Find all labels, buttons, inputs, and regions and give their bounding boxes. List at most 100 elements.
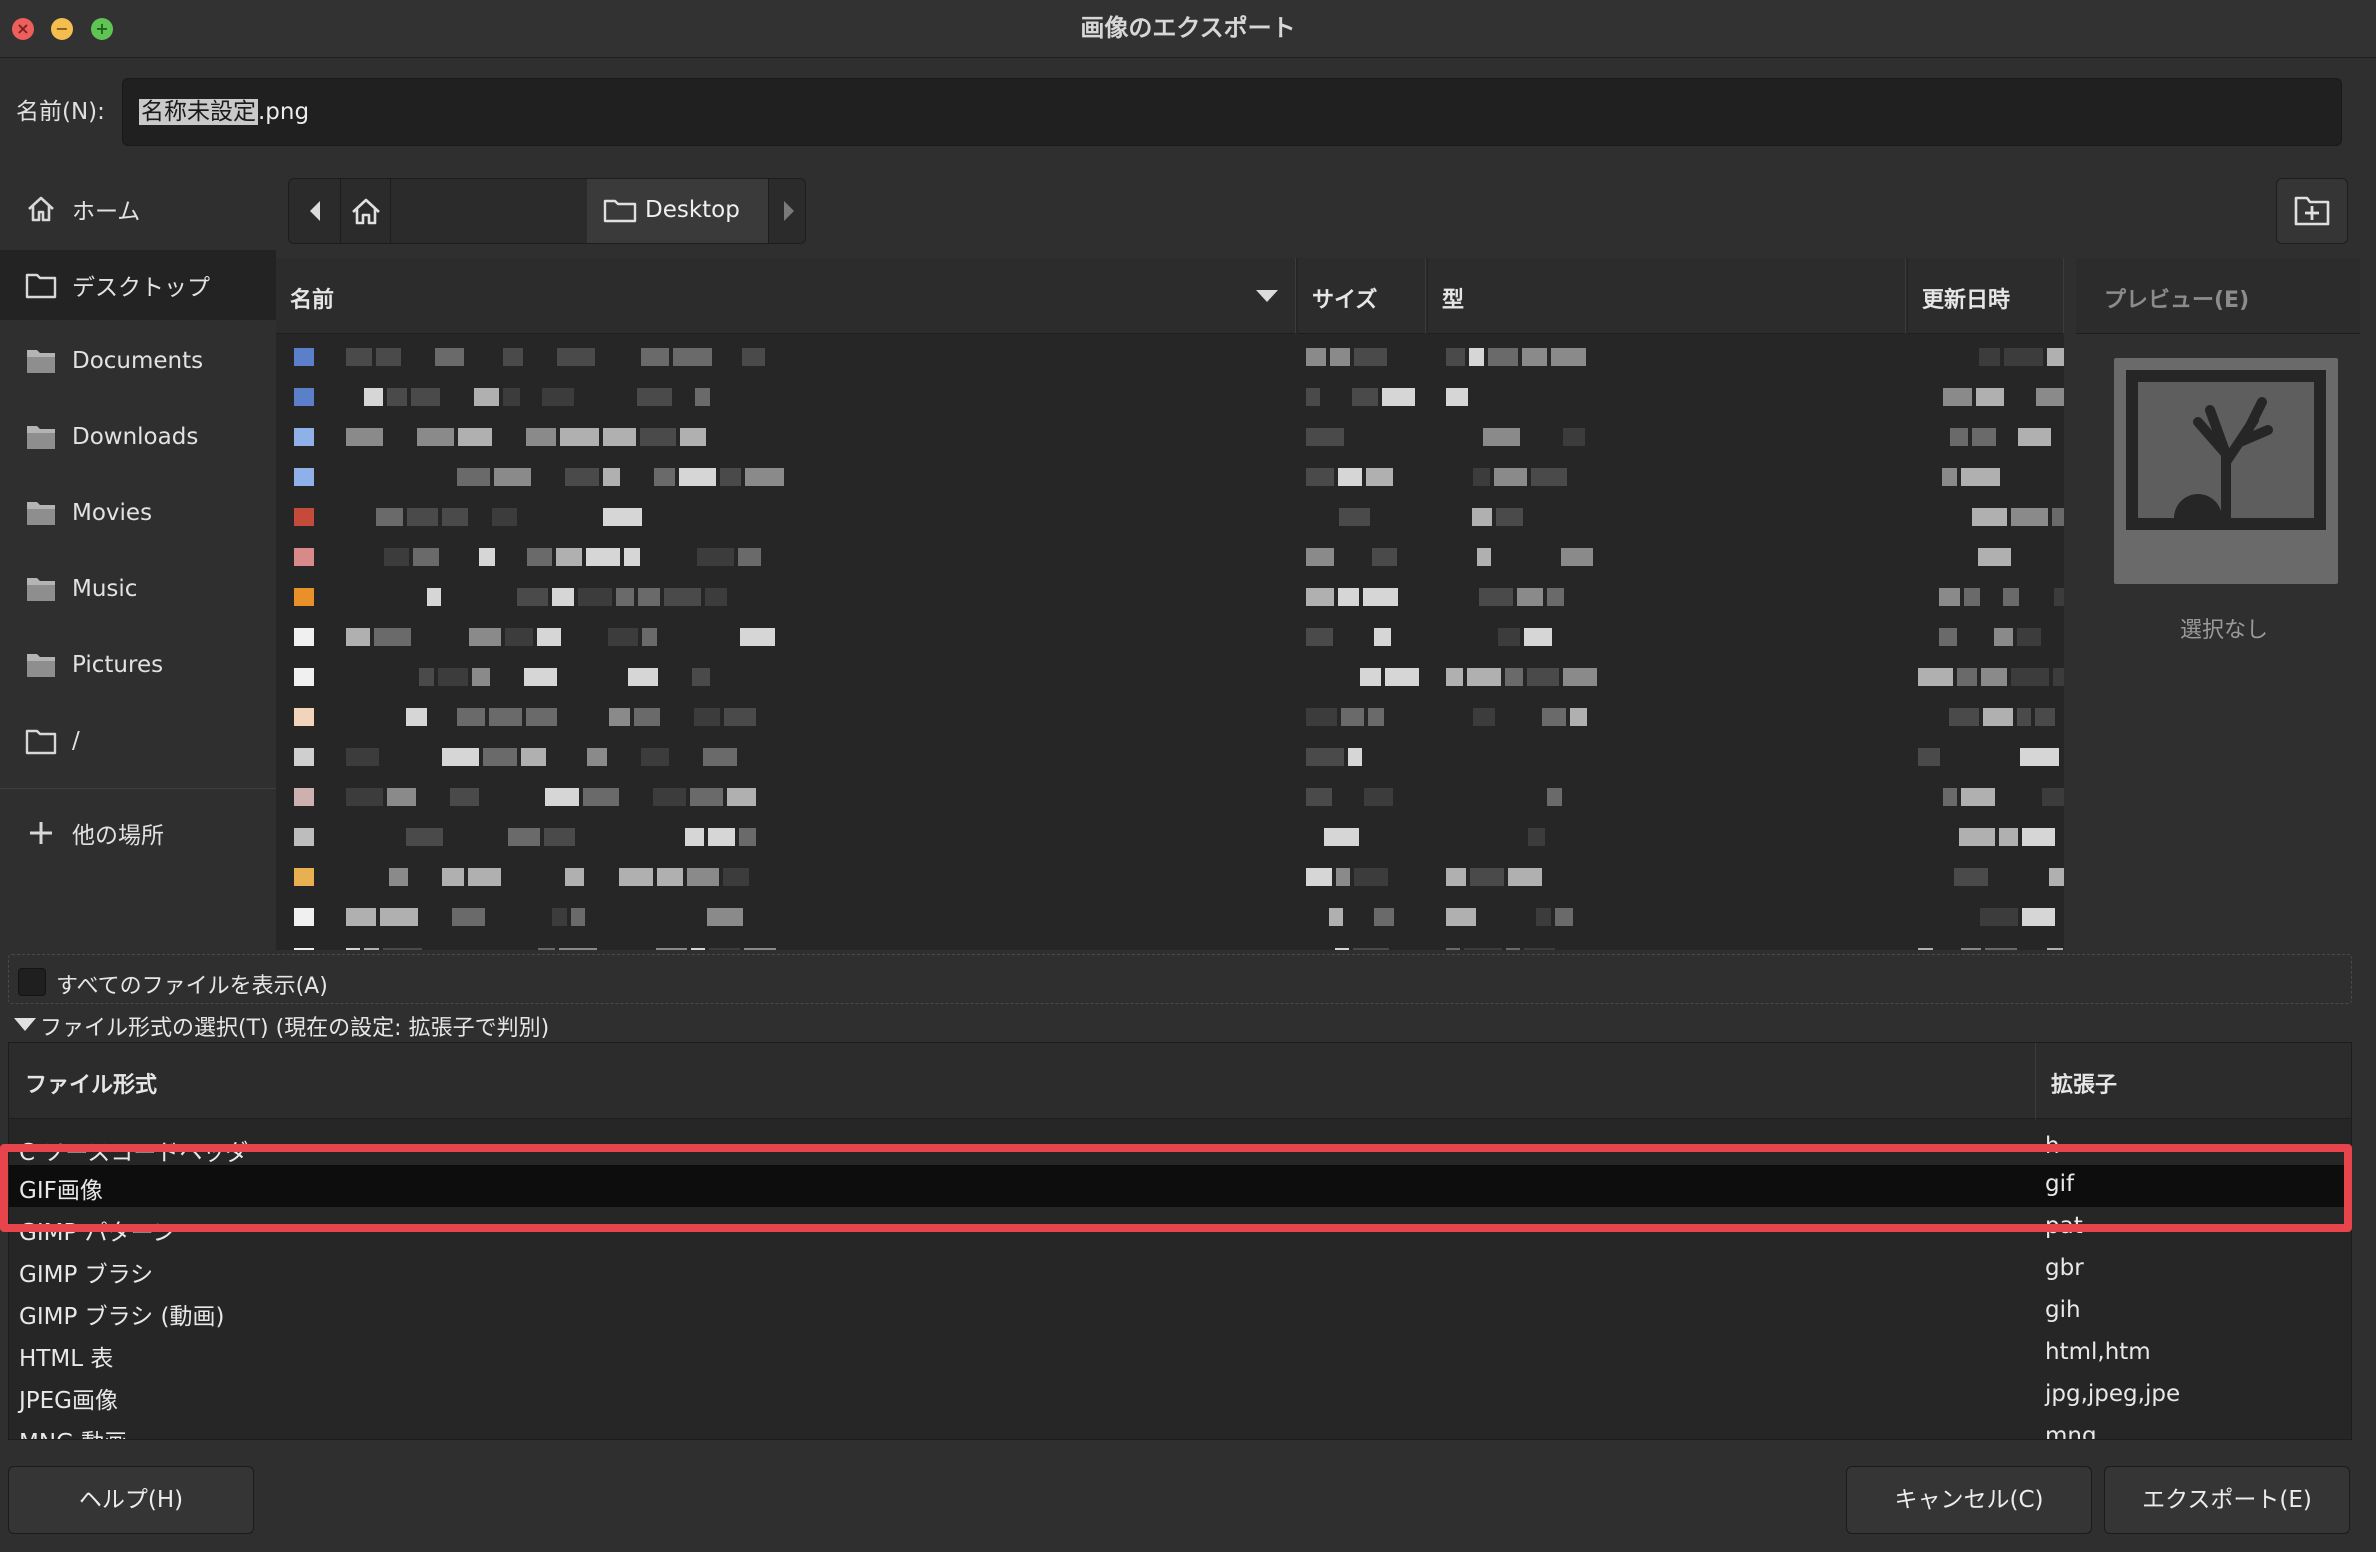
- blurred-text-block: [1483, 428, 1520, 446]
- blurred-text-block: [542, 388, 574, 406]
- create-folder-button[interactable]: [2276, 178, 2348, 244]
- column-header-extension[interactable]: 拡張子: [2051, 1067, 2117, 1099]
- sidebar-item-label: Music: [72, 576, 138, 602]
- blurred-text-block: [1363, 588, 1398, 606]
- file-row[interactable]: [276, 576, 2064, 616]
- file-type-row[interactable]: GIMP ブラシ gbr: [9, 1249, 2351, 1291]
- sidebar-item-desktop[interactable]: デスクトップ: [0, 250, 276, 320]
- sidebar-item-movies[interactable]: Movies: [0, 478, 276, 548]
- blurred-text-block: [1498, 628, 1520, 646]
- blurred-text-block: [552, 908, 567, 926]
- blurred-text-block: [1939, 628, 1957, 646]
- sidebar-item-home[interactable]: ホーム: [0, 174, 276, 244]
- blurred-text-block: [2053, 668, 2064, 686]
- blurred-text-block: [1942, 468, 1957, 486]
- file-type-row[interactable]: HTML 表 html,htm: [9, 1333, 2351, 1375]
- blurred-text-block: [691, 948, 705, 950]
- blurred-text-block: [346, 348, 372, 366]
- window-title: 画像のエクスポート: [1080, 14, 1296, 42]
- blurred-text-block: [738, 548, 761, 566]
- blurred-text-block: [458, 428, 492, 446]
- file-row[interactable]: [276, 696, 2064, 736]
- blurred-text-block: [1306, 628, 1333, 646]
- blurred-text-block: [1976, 388, 2004, 406]
- file-row[interactable]: [276, 616, 2064, 656]
- file-type-row[interactable]: GIMP ブラシ (動画) gih: [9, 1291, 2351, 1333]
- file-row[interactable]: [276, 376, 2064, 416]
- file-row[interactable]: [276, 736, 2064, 776]
- sidebar-item-music[interactable]: Music: [0, 554, 276, 624]
- help-button[interactable]: ヘルプ(H): [8, 1466, 254, 1534]
- sidebar-item-other-locations[interactable]: 他の場所: [0, 798, 276, 868]
- file-row[interactable]: [276, 656, 2064, 696]
- blurred-text-block: [1330, 348, 1350, 366]
- column-header-size[interactable]: サイズ: [1298, 258, 1426, 334]
- column-header-name[interactable]: 名前: [276, 258, 1296, 334]
- blurred-text-block: [1374, 628, 1391, 646]
- sidebar-item-label: Downloads: [72, 424, 199, 450]
- column-header-type[interactable]: 型: [1428, 258, 1906, 334]
- path-forward-button[interactable]: [769, 179, 805, 243]
- blurred-text-block: [1979, 348, 2000, 366]
- blurred-text-block: [1382, 388, 1415, 406]
- column-header-modified[interactable]: 更新日時: [1908, 258, 2064, 334]
- blurred-text-block: [2017, 708, 2031, 726]
- blurred-text-block: [346, 428, 383, 446]
- blurred-text-block: [642, 628, 657, 646]
- file-row[interactable]: [276, 456, 2064, 496]
- filename-input[interactable]: 名称未設定.png: [122, 78, 2342, 146]
- path-back-button[interactable]: [289, 179, 341, 243]
- sidebar-item-documents[interactable]: Documents: [0, 326, 276, 396]
- blurred-text-block: [2054, 588, 2064, 606]
- blurred-text-block: [628, 668, 658, 686]
- file-row[interactable]: [276, 496, 2064, 536]
- file-type-expander[interactable]: ファイル形式の選択(T) (現在の設定: 拡張子で判別): [40, 1010, 549, 1042]
- blurred-text-block: [1372, 548, 1397, 566]
- file-list[interactable]: 名前 サイズ 型 更新日時: [276, 258, 2064, 950]
- blurred-text-block: [1918, 948, 1933, 950]
- file-row[interactable]: [276, 776, 2064, 816]
- file-row[interactable]: [276, 896, 2064, 936]
- sidebar-item-pictures[interactable]: Pictures: [0, 630, 276, 700]
- blurred-text-block: [1306, 708, 1337, 726]
- blurred-text-block: [376, 508, 403, 526]
- blurred-text-block: [1943, 388, 1972, 406]
- file-type-name: MNG 動画: [19, 1423, 127, 1439]
- selection-highlight-annotation: [0, 1144, 2352, 1232]
- file-row[interactable]: [276, 816, 2064, 856]
- blurred-text-block: [608, 628, 638, 646]
- show-all-files-checkbox[interactable]: [18, 968, 46, 996]
- blurred-text-block: [364, 948, 379, 950]
- blurred-text-block: [583, 788, 619, 806]
- sidebar-item-downloads[interactable]: Downloads: [0, 402, 276, 472]
- file-rows-blurred[interactable]: [276, 336, 2064, 950]
- blurred-text-block: [1536, 908, 1551, 926]
- cancel-button[interactable]: キャンセル(C): [1846, 1466, 2092, 1534]
- file-row[interactable]: [276, 536, 2064, 576]
- file-type-row[interactable]: JPEG画像 jpg,jpeg,jpe: [9, 1375, 2351, 1417]
- blurred-text-block: [603, 468, 620, 486]
- blurred-text-block: [1477, 548, 1491, 566]
- sidebar-item-root[interactable]: /: [0, 706, 276, 776]
- blurred-text-block: [685, 828, 704, 846]
- file-row[interactable]: [276, 336, 2064, 376]
- blurred-text-block: [1999, 828, 2018, 846]
- expander-triangle-icon[interactable]: [14, 1018, 36, 1031]
- blurred-text-block: [2011, 508, 2048, 526]
- file-row[interactable]: [276, 856, 2064, 896]
- export-button[interactable]: エクスポート(E): [2104, 1466, 2350, 1534]
- blurred-text-block: [695, 388, 710, 406]
- path-home-button[interactable]: [341, 179, 391, 243]
- show-all-files-label[interactable]: すべてのファイルを表示(A): [56, 968, 328, 1000]
- file-row[interactable]: [276, 416, 2064, 456]
- blurred-text-block: [723, 868, 749, 886]
- blurred-text-block: [508, 828, 540, 846]
- file-row[interactable]: [276, 936, 2064, 950]
- file-type-row[interactable]: MNG 動画 mng: [9, 1417, 2351, 1439]
- file-type-name: GIMP ブラシ: [19, 1262, 154, 1288]
- path-desktop-button[interactable]: Desktop: [587, 179, 769, 243]
- column-header-file-type[interactable]: ファイル形式: [25, 1067, 157, 1099]
- blurred-text-block: [503, 388, 520, 406]
- file-type-table[interactable]: ファイル形式 拡張子 C ソースコードヘッダ h GIF画像 gif GIMP …: [8, 1042, 2352, 1440]
- blurred-text-block: [1446, 868, 1466, 886]
